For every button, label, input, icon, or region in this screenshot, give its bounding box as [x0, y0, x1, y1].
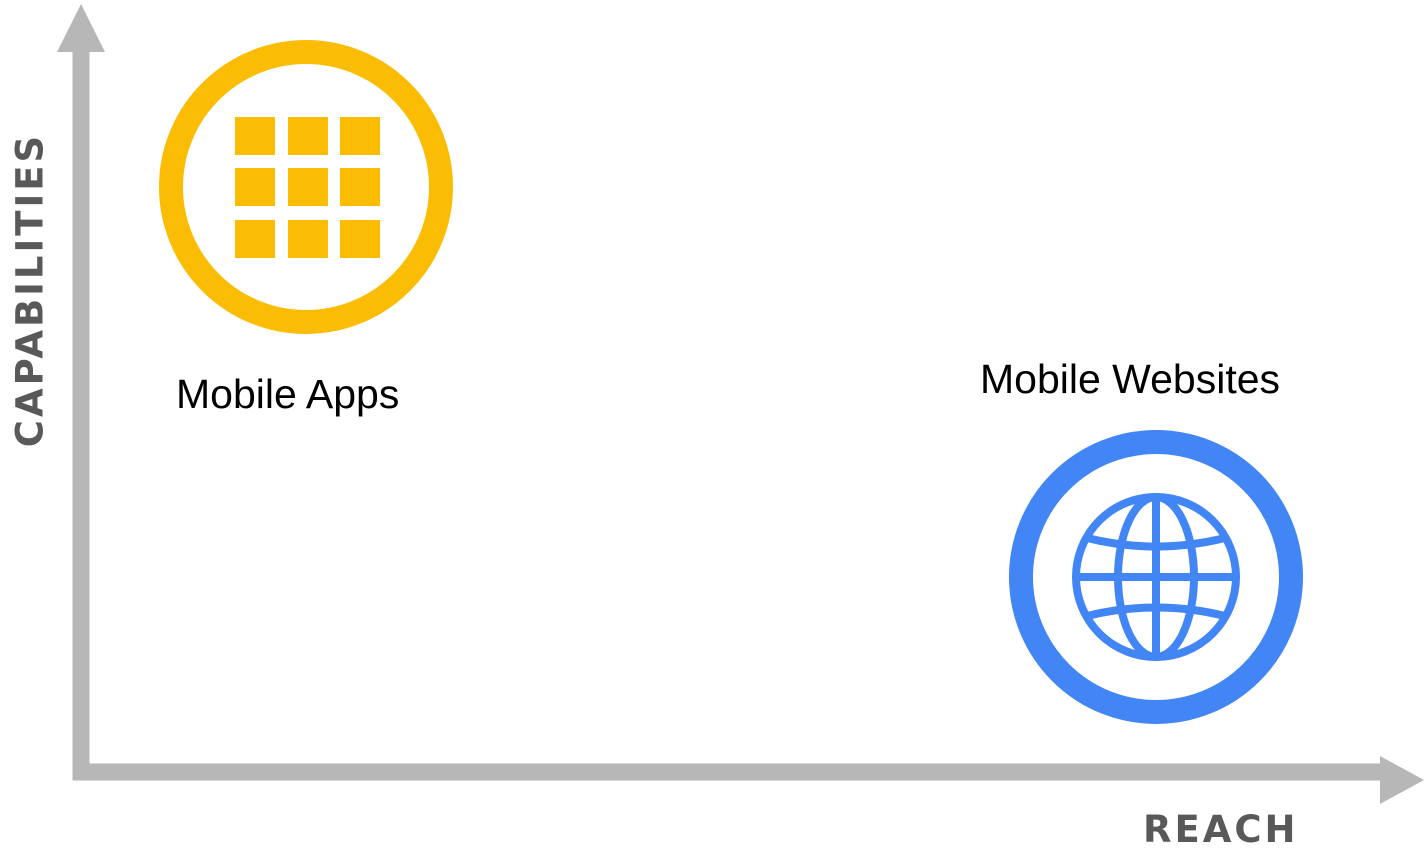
- mobile-websites-label: Mobile Websites: [980, 356, 1281, 402]
- x-axis-arrow: [1380, 756, 1424, 804]
- mobile-apps-label: Mobile Apps: [176, 371, 400, 417]
- mobile-websites-icon: [1009, 430, 1303, 724]
- app-grid-icon: [235, 117, 380, 258]
- y-axis-title: CAPABILITIES: [8, 132, 52, 448]
- x-axis-title: REACH: [1143, 808, 1299, 851]
- y-axis-arrow: [57, 4, 105, 52]
- mobile-apps-icon: [159, 40, 453, 334]
- globe-icon: [1072, 493, 1240, 661]
- diagram-canvas: [57, 4, 1424, 804]
